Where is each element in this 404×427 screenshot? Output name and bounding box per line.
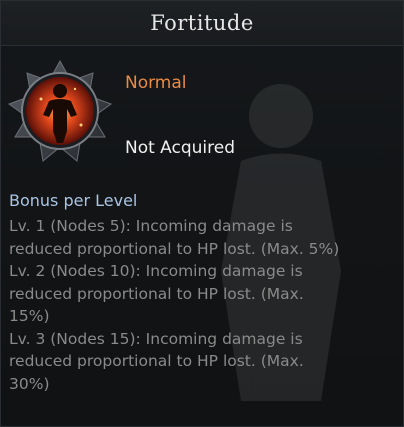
title-bar: Fortitude	[1, 1, 403, 46]
bonus-line: 30%)	[9, 374, 50, 393]
skill-grade: Normal	[125, 73, 187, 93]
skill-title: Fortitude	[150, 11, 254, 35]
flaming-figure-icon	[7, 59, 113, 162]
bonus-line: 15%)	[9, 307, 50, 325]
bonus-line: reduced proportional to HP lost. (Max.	[9, 284, 304, 303]
bonus-line: reduced proportional to HP lost. (Max.	[9, 352, 304, 370]
bonus-line: Lv. 1 (Nodes 5): Incoming damage is	[9, 217, 293, 235]
bonus-line: Lv. 3 (Nodes 15): Incoming damage is	[9, 329, 303, 348]
bonus-line: reduced proportional to HP lost. (Max. 5…	[9, 239, 340, 258]
bonus-line: Lv. 2 (Nodes 10): Incoming damage is	[9, 262, 303, 280]
acquire-status: Not Acquired	[125, 138, 236, 158]
bonus-heading: Bonus per Level	[9, 191, 138, 210]
skill-tooltip: Fortitude Normal Not Acquired Bonus per …	[0, 0, 404, 427]
bonus-level-list: Lv. 1 (Nodes 5): Incoming damage is redu…	[9, 215, 397, 395]
